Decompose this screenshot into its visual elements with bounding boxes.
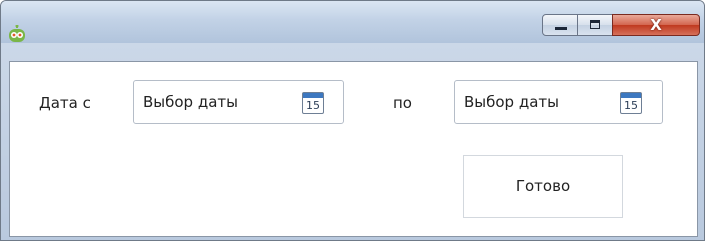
- app-window: X Дата с Выбор даты 15 по Выбор даты 15 …: [0, 0, 705, 241]
- close-button[interactable]: X: [612, 14, 700, 36]
- minimize-button[interactable]: [542, 14, 578, 36]
- calendar-day: 15: [624, 99, 638, 112]
- title-bar[interactable]: X: [1, 1, 704, 43]
- close-icon: X: [650, 16, 662, 34]
- minimize-icon: [555, 27, 567, 30]
- calendar-day: 15: [306, 99, 320, 112]
- maximize-icon: [590, 20, 600, 29]
- date-from-picker[interactable]: Выбор даты 15: [133, 80, 344, 124]
- dialog-content: Дата с Выбор даты 15 по Выбор даты 15 Го…: [9, 61, 698, 237]
- calendar-icon[interactable]: 15: [620, 92, 642, 114]
- date-to-placeholder: Выбор даты: [464, 93, 559, 111]
- date-to-label: по: [393, 94, 412, 112]
- robot-app-icon: [9, 25, 25, 42]
- date-to-picker[interactable]: Выбор даты 15: [454, 80, 663, 124]
- calendar-icon[interactable]: 15: [302, 92, 324, 114]
- maximize-button[interactable]: [577, 14, 613, 36]
- date-from-placeholder: Выбор даты: [143, 93, 238, 111]
- done-button[interactable]: Готово: [463, 155, 623, 218]
- date-from-label: Дата с: [39, 94, 91, 112]
